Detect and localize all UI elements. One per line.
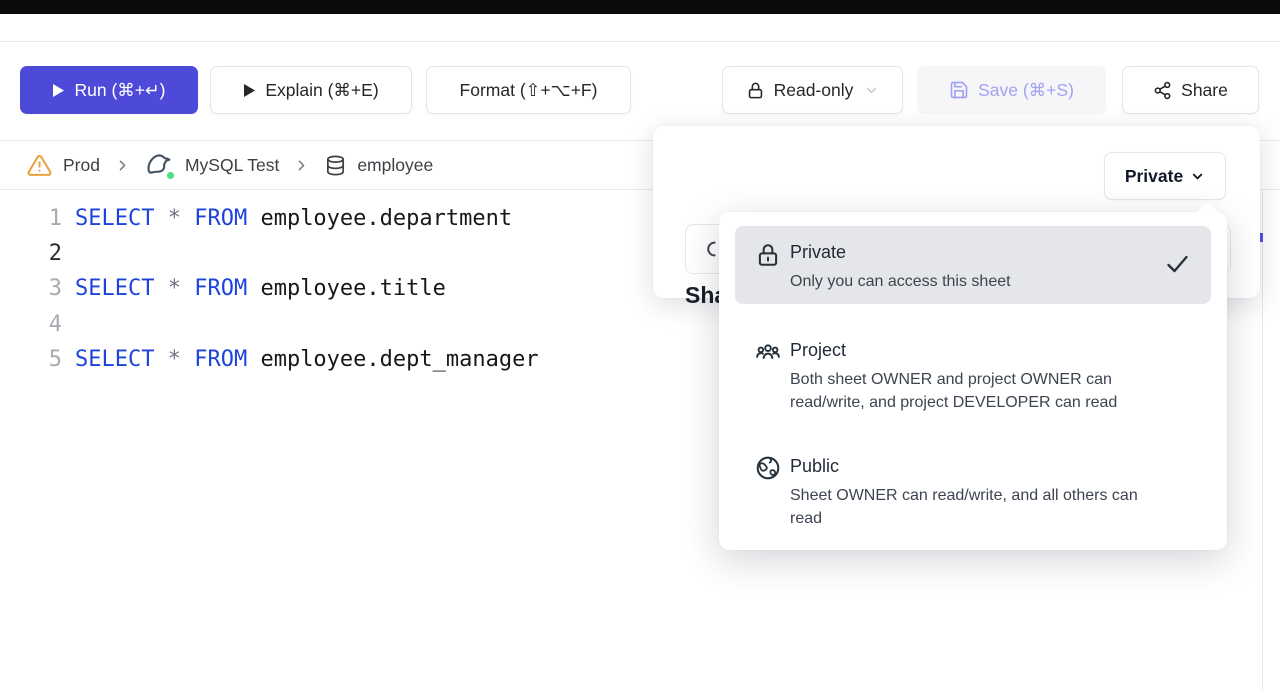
menu-option-title: Private [790,240,1148,264]
menu-option-project[interactable]: Project Both sheet OWNER and project OWN… [735,338,1211,414]
sql-keyword: SELECT [75,206,168,231]
instance-status-dot [165,170,176,181]
menu-option-private[interactable]: Private Only you can access this sheet [735,226,1211,304]
sql-editor-screen: Run (⌘+↵) Explain (⌘+E) Format (⇧+⌥+F) R… [0,0,1280,691]
sql-identifier: employee.title [260,276,445,301]
sql-keyword: FROM [194,347,260,372]
sql-keyword: SELECT [75,347,168,372]
save-button-label: Save (⌘+S) [978,80,1074,101]
chevron-right-icon [114,157,131,174]
sql-operator: * [168,347,195,372]
share-icon [1153,81,1172,100]
environment-name: Prod [63,155,100,176]
line-number: 5 [0,347,62,372]
run-button-label: Run (⌘+↵) [74,80,165,101]
database-icon [324,154,347,177]
sql-keyword: FROM [194,276,260,301]
play-icon [52,83,65,98]
code-line: 5 SELECT * FROM employee.dept_manager [0,342,650,377]
globe-icon [755,454,781,530]
instance-name: MySQL Test [185,155,279,176]
link-access-dropdown[interactable]: Private [1104,152,1226,200]
explain-button[interactable]: Explain (⌘+E) [210,66,412,114]
menu-option-desc: Sheet OWNER can read/write, and all othe… [790,484,1148,530]
check-icon [1164,252,1191,281]
link-access-selected-value: Private [1125,166,1183,187]
share-button[interactable]: Share [1122,66,1259,114]
menu-option-desc: Both sheet OWNER and project OWNER can r… [790,368,1148,414]
share-button-label: Share [1181,80,1228,101]
database-name: employee [357,155,433,176]
sql-editor[interactable]: 1 SELECT * FROM employee.department 2 3 … [0,201,650,377]
chevron-right-icon [293,157,310,174]
menu-option-public[interactable]: Public Sheet OWNER can read/write, and a… [735,454,1211,530]
sql-keyword: SELECT [75,276,168,301]
save-floppy-icon [949,80,969,100]
code-line: 3 SELECT * FROM employee.title [0,271,650,306]
line-number-active: 2 [0,241,62,266]
line-number: 1 [0,206,62,231]
breadcrumb-instance[interactable]: MySQL Test [145,150,279,180]
toolbar-top-divider [0,41,1280,42]
menu-option-title: Project [790,338,1148,362]
chevron-down-icon [864,83,879,98]
right-panel-divider [1262,140,1263,691]
lock-icon [755,240,781,293]
chevron-down-icon [1190,169,1205,184]
breadcrumb-database[interactable]: employee [324,154,433,177]
code-line: 1 SELECT * FROM employee.department [0,201,650,236]
readonly-mode-dropdown[interactable]: Read-only [722,66,903,114]
breadcrumb-environment[interactable]: Prod [26,153,100,178]
sql-operator: * [168,276,195,301]
menu-option-title: Public [790,454,1148,478]
sql-keyword: FROM [194,206,260,231]
warning-triangle-icon [26,153,53,178]
sql-operator: * [168,206,195,231]
mysql-dolphin-icon [145,150,175,180]
code-line: 2 [0,236,650,271]
menu-option-desc: Only you can access this sheet [790,270,1148,293]
explain-button-label: Explain (⌘+E) [265,80,378,101]
top-black-bar [0,0,1280,14]
lock-icon [746,81,765,100]
sql-identifier: employee.dept_manager [260,347,538,372]
code-line: 4 [0,307,650,342]
users-icon [755,338,781,414]
play-icon [243,83,256,98]
format-button[interactable]: Format (⇧+⌥+F) [426,66,631,114]
line-number: 3 [0,276,62,301]
sql-identifier: employee.department [260,206,512,231]
line-number: 4 [0,312,62,337]
format-button-label: Format (⇧+⌥+F) [460,80,598,101]
save-button[interactable]: Save (⌘+S) [917,66,1106,114]
link-access-menu: Private Only you can access this sheet P… [719,212,1227,550]
run-button[interactable]: Run (⌘+↵) [20,66,198,114]
readonly-label: Read-only [774,80,854,101]
